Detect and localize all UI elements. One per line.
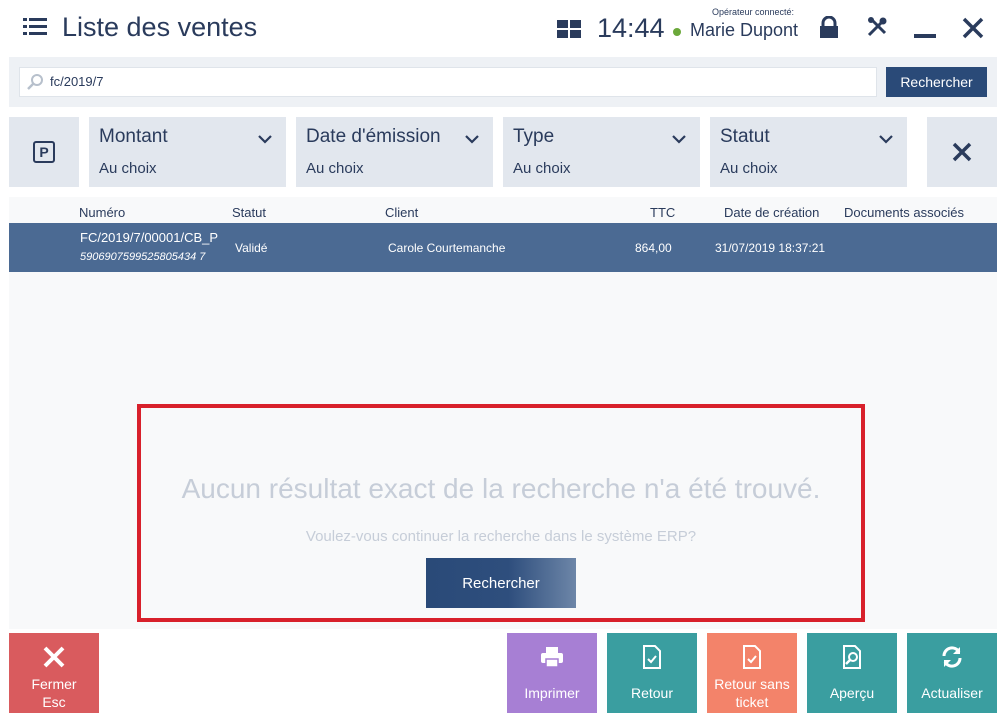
print-button[interactable]: Imprimer	[507, 633, 597, 713]
cell-date: 31/07/2019 18:37:21	[715, 241, 826, 255]
status-dot	[673, 28, 681, 36]
lock-icon[interactable]	[818, 16, 840, 38]
clear-icon	[952, 142, 972, 162]
chevron-down-icon	[672, 135, 686, 144]
search-button[interactable]: Rechercher	[886, 67, 987, 97]
clock: 14:44	[597, 13, 665, 43]
close-button-shortcut: Esc	[42, 694, 66, 710]
tools-icon[interactable]	[866, 16, 888, 38]
return-without-ticket-button[interactable]: Retour sans ticket	[707, 633, 797, 713]
document-search-icon	[843, 645, 861, 669]
preview-button[interactable]: Aperçu	[807, 633, 897, 713]
refresh-button-label: Actualiser	[921, 685, 983, 701]
search-input[interactable]	[19, 67, 877, 97]
menu-icon[interactable]	[23, 17, 47, 37]
column-header-documents[interactable]: Documents associés	[844, 205, 964, 220]
column-header-date-creation[interactable]: Date de création	[724, 205, 819, 220]
preview-button-label: Aperçu	[829, 685, 875, 701]
operator-label: Opérateur connecté:	[712, 7, 795, 17]
column-header-statut[interactable]: Statut	[232, 205, 266, 220]
filter-label: Date d'émission	[306, 126, 441, 147]
refresh-icon	[942, 646, 962, 668]
chevron-down-icon	[879, 135, 893, 144]
svg-text:P: P	[39, 144, 48, 160]
filter-type[interactable]: Type Au choix	[503, 117, 700, 187]
close-button-label: Fermer	[31, 676, 77, 692]
chevron-down-icon	[258, 135, 272, 144]
close-button[interactable]: Fermer Esc	[9, 633, 99, 713]
filter-statut[interactable]: Statut Au choix	[710, 117, 907, 187]
filter-value: Au choix	[513, 160, 571, 177]
search-value: fc/2019/7	[50, 74, 104, 89]
cell-numero: FC/2019/7/00001/CB_P	[80, 230, 219, 245]
column-header-numero[interactable]: Numéro	[79, 205, 125, 220]
cell-statut: Validé	[235, 241, 268, 255]
filter-value: Au choix	[720, 160, 778, 177]
print-button-label: Imprimer	[524, 685, 580, 701]
tiles-icon[interactable]	[557, 20, 581, 38]
cell-ttc: 864,00	[635, 241, 672, 255]
filter-label: Montant	[99, 126, 168, 147]
document-check-icon	[643, 645, 661, 669]
filter-value: Au choix	[99, 160, 157, 177]
cell-code: 5906907599525805434 7	[80, 251, 206, 263]
return-without-ticket-label: Retour sans	[714, 676, 790, 692]
return-without-ticket-label-line2: ticket	[735, 694, 769, 710]
search-icon	[27, 74, 43, 90]
no-result-subtitle: Voulez-vous continuer la recherche dans …	[305, 528, 697, 545]
close-icon	[43, 646, 65, 668]
filter-label: Type	[513, 126, 555, 147]
return-button-label: Retour	[630, 685, 674, 701]
filter-value: Au choix	[306, 160, 364, 177]
return-button[interactable]: Retour	[607, 633, 697, 713]
cell-client: Carole Courtemanche	[388, 241, 506, 255]
refresh-button[interactable]: Actualiser	[907, 633, 997, 713]
column-header-ttc[interactable]: TTC	[650, 205, 675, 220]
operator-name: Marie Dupont	[690, 20, 799, 40]
close-icon[interactable]	[962, 17, 984, 39]
parking-icon: P	[33, 141, 55, 163]
page-title: Liste des ventes	[62, 12, 258, 42]
erp-search-button[interactable]: Rechercher	[426, 558, 576, 608]
filter-label: Statut	[720, 126, 770, 147]
minimize-icon[interactable]	[914, 34, 936, 38]
filter-date-emission[interactable]: Date d'émission Au choix	[296, 117, 493, 187]
document-check-icon	[743, 645, 761, 669]
printer-icon	[541, 647, 563, 668]
no-result-title: Aucun résultat exact de la recherche n'a…	[181, 473, 821, 504]
filter-montant[interactable]: Montant Au choix	[89, 117, 286, 187]
column-header-client[interactable]: Client	[385, 205, 418, 220]
chevron-down-icon	[465, 135, 479, 144]
